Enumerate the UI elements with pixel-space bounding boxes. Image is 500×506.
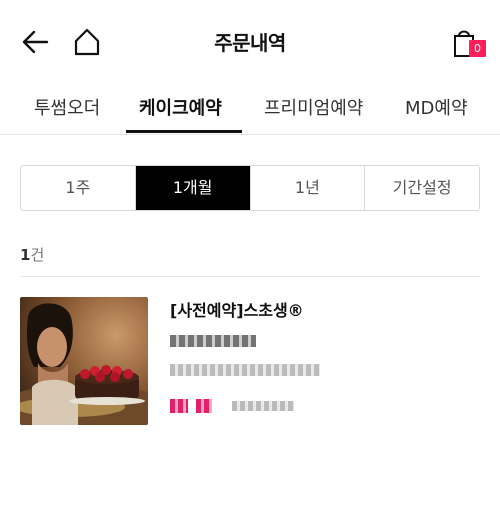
period-1-week[interactable]: 1주 — [21, 166, 136, 210]
period-1-month[interactable]: 1개월 — [135, 166, 251, 210]
product-image — [20, 297, 148, 425]
redacted-badge — [196, 399, 212, 413]
product-title: [사전예약]스초생® — [170, 301, 304, 320]
app-header: 주문내역 0 — [0, 0, 500, 84]
tab-premium-reservation[interactable]: 프리미엄예약 — [264, 94, 363, 120]
page-title: 주문내역 — [214, 31, 286, 55]
redacted-text — [170, 335, 256, 347]
order-type-tabs: 투썸오더 케이크예약 프리미엄예약 MD예약 — [0, 84, 500, 135]
redacted-text — [170, 364, 320, 376]
active-tab-indicator — [126, 130, 242, 133]
redacted-text — [232, 401, 294, 411]
order-item[interactable]: [사전예약]스초생® — [20, 297, 480, 427]
redacted-badge — [170, 399, 188, 413]
tab-md-reservation[interactable]: MD예약 — [405, 94, 468, 120]
cart-count-badge: 0 — [469, 40, 486, 57]
period-1-year[interactable]: 1년 — [251, 166, 366, 210]
order-count-unit: 건 — [30, 246, 45, 264]
divider — [20, 276, 480, 277]
order-count-number: 1 — [20, 246, 31, 264]
tab-two-some-order[interactable]: 투썸오더 — [34, 94, 100, 120]
order-count: 1건 — [20, 244, 44, 265]
period-custom[interactable]: 기간설정 — [365, 166, 479, 210]
period-filter: 1주 1개월 1년 기간설정 — [20, 165, 480, 211]
tab-cake-reservation[interactable]: 케이크예약 — [139, 94, 222, 120]
